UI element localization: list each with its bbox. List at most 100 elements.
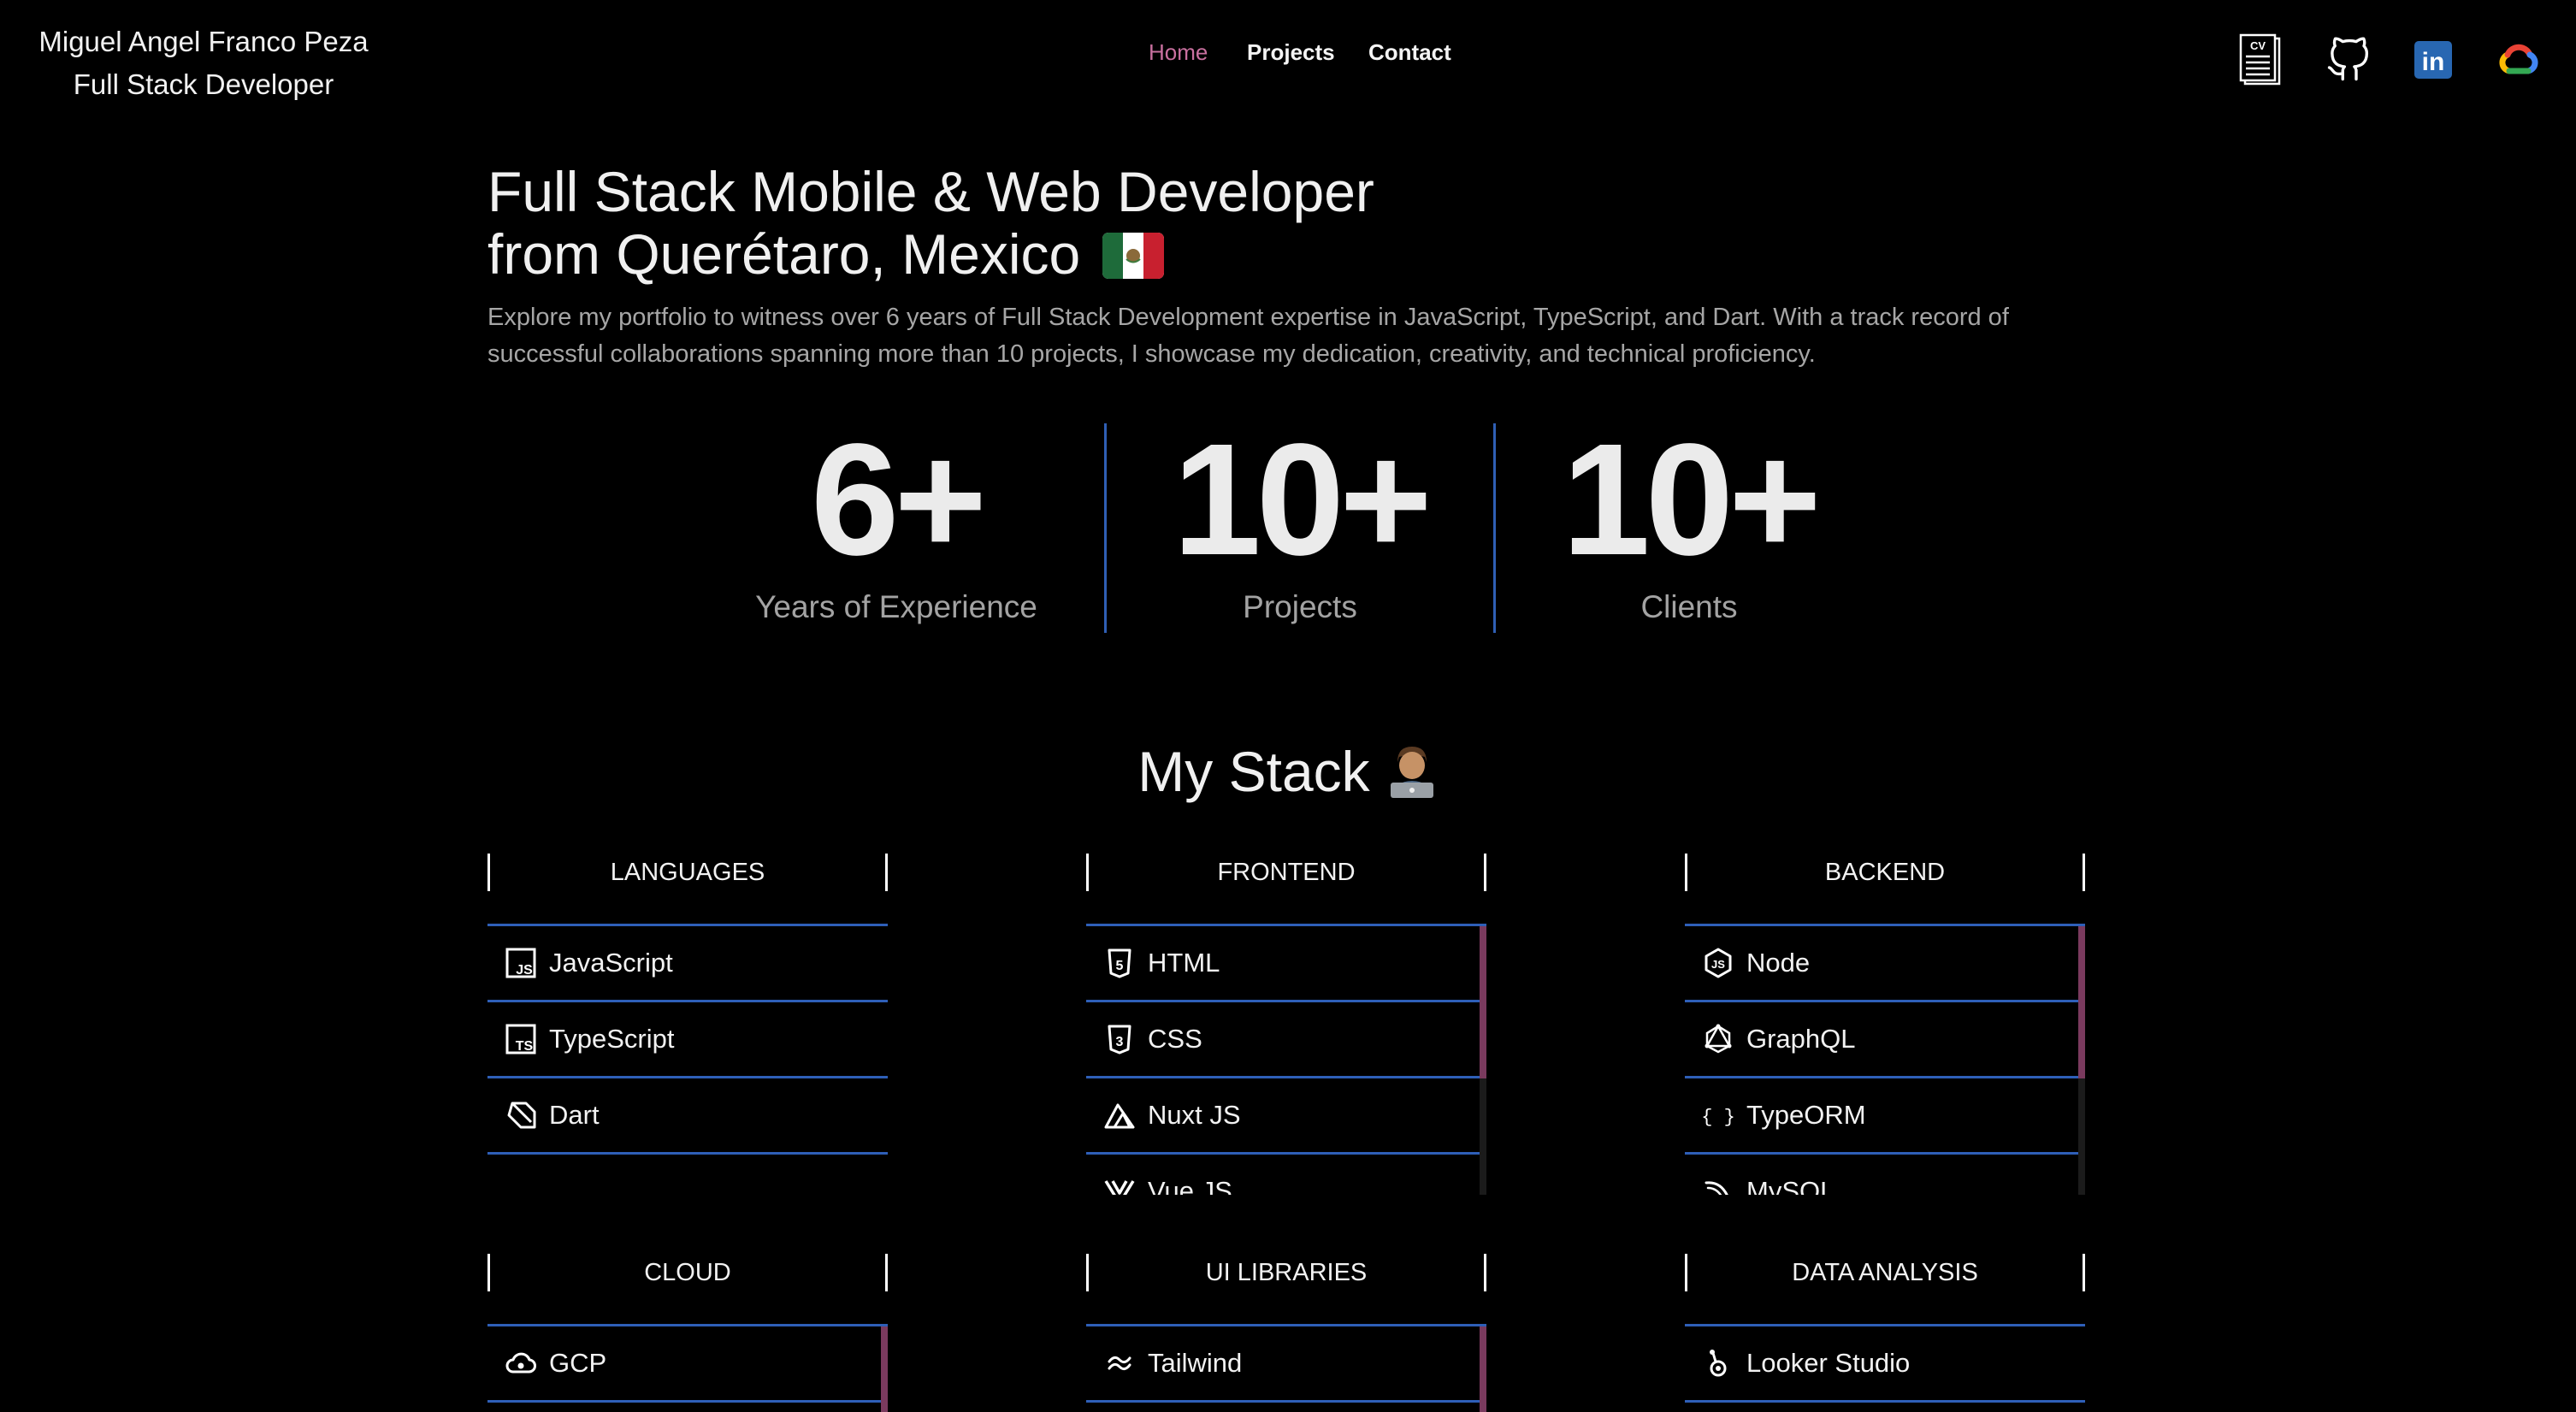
stack-item-dart[interactable]: Dart: [487, 1078, 888, 1155]
cv-download-button[interactable]: CV: [2235, 33, 2286, 86]
stack-item-gcp[interactable]: GCP: [487, 1326, 888, 1403]
nav-contact[interactable]: Contact: [1368, 39, 1451, 66]
svg-text:{ }: { }: [1703, 1107, 1734, 1128]
category-cloud: CLOUD GCP: [487, 1254, 888, 1412]
svg-text:JS: JS: [516, 963, 533, 978]
hero-title: Full Stack Mobile & Web Developer from Q…: [487, 161, 1685, 291]
github-icon: [2325, 37, 2372, 83]
stat-label: Clients: [1640, 589, 1738, 624]
stat-label: Projects: [1243, 589, 1357, 624]
scrollbar[interactable]: [2078, 926, 2085, 1195]
hero-title-line2: from Querétaro, Mexico: [487, 222, 1081, 286]
stack-item-label: Dart: [549, 1100, 600, 1130]
stat-label: Years of Experience: [755, 589, 1037, 624]
github-link[interactable]: [2323, 34, 2374, 86]
category-backend: BACKEND JS Node GraphQL { } TypeORM MySQ…: [1685, 854, 2085, 1195]
stack-item-label: GCP: [549, 1348, 607, 1378]
category-list: Tailwind: [1086, 1324, 1486, 1412]
gcp-icon: [505, 1347, 537, 1380]
category-header: UI LIBRARIES: [1086, 1254, 1486, 1291]
stack-title-text: My Stack: [1137, 740, 1370, 803]
stat-clients: 10+ Clients: [1495, 419, 1883, 633]
category-data-analysis: DATA ANALYSIS Looker Studio: [1685, 1254, 2085, 1412]
stat-value: 6+: [810, 411, 987, 588]
css3-icon: 3: [1103, 1023, 1136, 1055]
svg-text:CV: CV: [2250, 39, 2266, 52]
scrollbar[interactable]: [1480, 1326, 1486, 1412]
stack-item-label: Nuxt JS: [1148, 1100, 1241, 1130]
category-frontend: FRONTEND 5 HTML 3 CSS Nuxt JS Vue JS: [1086, 854, 1486, 1195]
vue-icon: [1103, 1175, 1136, 1195]
stack-item-node[interactable]: JS Node: [1685, 926, 2085, 1002]
category-header: DATA ANALYSIS: [1685, 1254, 2085, 1291]
stat-years: 6+ Years of Experience: [702, 419, 1090, 633]
category-header: CLOUD: [487, 1254, 888, 1291]
stack-title: My Stack: [0, 737, 2576, 814]
mysql-icon: [1702, 1175, 1734, 1195]
scrollbar-thumb[interactable]: [1480, 926, 1486, 1078]
stack-item-typeorm[interactable]: { } TypeORM: [1685, 1078, 2085, 1155]
svg-text:3: 3: [1116, 1035, 1124, 1049]
looker-studio-icon: [1702, 1347, 1734, 1380]
category-header: FRONTEND: [1086, 854, 1486, 891]
category-list: GCP: [487, 1324, 888, 1412]
main-nav: Home Projects Contact: [0, 39, 2576, 68]
hero-title-line1: Full Stack Mobile & Web Developer: [487, 160, 1374, 223]
stack-item-graphql[interactable]: GraphQL: [1685, 1002, 2085, 1078]
category-header: LANGUAGES: [487, 854, 888, 891]
stack-item-label: MySQL: [1746, 1176, 1835, 1195]
category-header: BACKEND: [1685, 854, 2085, 891]
stack-item-label: HTML: [1148, 948, 1220, 978]
stack-item-typescript[interactable]: TS TypeScript: [487, 1002, 888, 1078]
svg-text:JS: JS: [1711, 958, 1725, 971]
html5-icon: 5: [1103, 947, 1136, 979]
typescript-icon: TS: [505, 1023, 537, 1055]
graphql-icon: [1702, 1023, 1734, 1055]
google-cloud-link[interactable]: [2493, 34, 2544, 86]
category-list: Looker Studio: [1685, 1324, 2085, 1412]
stack-item-label: TypeORM: [1746, 1100, 1866, 1130]
linkedin-link[interactable]: in: [2408, 34, 2459, 86]
scrollbar[interactable]: [881, 1326, 888, 1412]
scrollbar[interactable]: [1480, 926, 1486, 1195]
tailwind-icon: [1103, 1347, 1136, 1380]
nodejs-icon: JS: [1702, 947, 1734, 979]
stack-item-looker-studio[interactable]: Looker Studio: [1685, 1326, 2085, 1403]
category-list: JS Node GraphQL { } TypeORM MySQL: [1685, 924, 2085, 1195]
category-languages: LANGUAGES JS JavaScript TS TypeScript Da…: [487, 854, 888, 1156]
stack-item-tailwind[interactable]: Tailwind: [1086, 1326, 1486, 1403]
stack-item-mysql[interactable]: MySQL: [1685, 1155, 2085, 1195]
stat-projects: 10+ Projects: [1106, 419, 1494, 633]
category-ui-libraries: UI LIBRARIES Tailwind: [1086, 1254, 1486, 1412]
stack-item-html[interactable]: 5 HTML: [1086, 926, 1486, 1002]
stack-item-label: JavaScript: [549, 948, 673, 978]
nav-projects[interactable]: Projects: [1247, 39, 1335, 66]
stack-item-vue[interactable]: Vue JS: [1086, 1155, 1486, 1195]
stack-item-label: Tailwind: [1148, 1348, 1243, 1378]
stack-item-css[interactable]: 3 CSS: [1086, 1002, 1486, 1078]
nav-home[interactable]: Home: [1149, 39, 1208, 66]
stack-item-javascript[interactable]: JS JavaScript: [487, 926, 888, 1002]
stack-item-nuxt[interactable]: Nuxt JS: [1086, 1078, 1486, 1155]
category-list: JS JavaScript TS TypeScript Dart: [487, 924, 888, 1156]
technologist-emoji-icon: [1385, 743, 1439, 814]
dart-icon: [505, 1099, 537, 1131]
scrollbar-thumb[interactable]: [2078, 926, 2085, 1078]
typeorm-icon: { }: [1702, 1099, 1734, 1131]
stack-item-label: Looker Studio: [1746, 1348, 1911, 1378]
svg-text:5: 5: [1116, 959, 1124, 973]
javascript-icon: JS: [505, 947, 537, 979]
category-list: 5 HTML 3 CSS Nuxt JS Vue JS: [1086, 924, 1486, 1195]
cv-document-icon: CV: [2238, 33, 2283, 86]
developer-role: Full Stack Developer: [73, 68, 334, 100]
stat-value: 10+: [1562, 411, 1822, 588]
google-cloud-icon: [2497, 43, 2540, 77]
stack-item-label: GraphQL: [1746, 1024, 1856, 1054]
stack-item-label: CSS: [1148, 1024, 1202, 1054]
stack-item-label: Vue JS: [1148, 1176, 1232, 1195]
svg-text:TS: TS: [516, 1039, 534, 1054]
scrollbar-thumb[interactable]: [1480, 1326, 1486, 1412]
svg-text:in: in: [2422, 48, 2445, 76]
stat-value: 10+: [1173, 411, 1433, 588]
scrollbar-thumb[interactable]: [881, 1326, 888, 1412]
